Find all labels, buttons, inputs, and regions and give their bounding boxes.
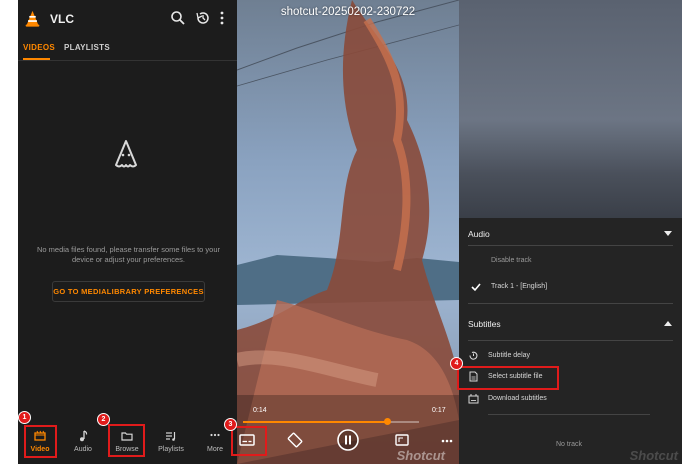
more-dots-icon	[210, 433, 220, 437]
audio-divider	[468, 245, 673, 246]
step-badge-1: 1	[18, 411, 31, 424]
app-toolbar: VLC	[18, 0, 237, 36]
highlight-video-nav	[24, 425, 57, 458]
rotate-screen-icon[interactable]	[285, 430, 305, 450]
subtitles-divider	[468, 340, 673, 341]
more-options-icon[interactable]	[440, 430, 454, 450]
no-track-label: No track	[556, 441, 583, 448]
download-subtitles-icon	[468, 394, 479, 404]
video-scene-illustration	[237, 0, 459, 464]
video-player-screen: shotcut-20250202-230722 0:14 0:17 Shotcu…	[237, 0, 459, 464]
seek-bar-progress	[243, 421, 388, 423]
highlight-subtitles-button	[231, 426, 267, 456]
empty-library-message: No media files found, please transfer so…	[36, 245, 220, 264]
collapse-audio-icon[interactable]	[664, 231, 672, 237]
seek-bar[interactable]	[243, 418, 419, 425]
step-badge-2: 2	[97, 413, 110, 426]
highlight-browse-nav	[108, 424, 145, 457]
music-note-icon	[80, 430, 88, 442]
medialibrary-preferences-button[interactable]: GO TO MEDIALIBRARY PREFERENCES	[52, 281, 205, 302]
subtitle-option-delay[interactable]: Subtitle delay	[488, 352, 530, 359]
subtitles-section-header[interactable]: Subtitles	[468, 319, 501, 329]
tab-videos[interactable]: VIDEOS	[23, 43, 55, 52]
subtitle-option-download[interactable]: Download subtitles	[488, 395, 547, 402]
video-frame-dimmed	[459, 0, 682, 218]
vlc-cone-icon	[25, 10, 40, 27]
history-icon[interactable]	[195, 10, 211, 26]
nav-audio[interactable]: Audio	[61, 424, 105, 464]
aspect-ratio-icon[interactable]	[392, 430, 412, 450]
seek-bar-handle[interactable]	[383, 418, 391, 425]
nav-playlists[interactable]: Playlists	[149, 424, 193, 464]
empty-library-icon	[115, 140, 137, 168]
expand-subtitles-icon[interactable]	[664, 321, 672, 327]
subtitles-divider-top	[468, 303, 673, 304]
pause-button[interactable]	[336, 428, 360, 452]
playlist-icon	[166, 432, 176, 441]
subtitle-delay-icon	[469, 351, 478, 360]
highlight-select-subtitle-file	[457, 366, 559, 390]
step-badge-3: 3	[224, 418, 237, 431]
library-tabs: VIDEOS PLAYLISTS	[18, 36, 237, 61]
time-elapsed: 0:14	[253, 407, 267, 414]
check-icon	[471, 283, 481, 292]
audio-option-disable[interactable]: Disable track	[491, 257, 531, 264]
step-badge-4: 4	[450, 357, 463, 370]
subtitle-tracks-divider	[488, 414, 650, 415]
audio-section-header[interactable]: Audio	[468, 229, 490, 239]
audio-option-track1[interactable]: Track 1 - [English]	[491, 283, 547, 290]
time-total: 0:17	[432, 407, 446, 414]
vlc-library-screen: VLC VIDEOS PLAYLISTS No media files foun…	[18, 0, 237, 464]
nav-playlists-label: Playlists	[158, 446, 184, 453]
track-menu: Audio Disable track Track 1 - [English] …	[459, 218, 682, 464]
overflow-menu-icon[interactable]	[217, 10, 227, 26]
track-selection-screen: Audio Disable track Track 1 - [English] …	[459, 0, 682, 464]
search-icon[interactable]	[170, 10, 186, 26]
video-watermark: Shotcut	[396, 448, 445, 463]
tab-playlists[interactable]: PLAYLISTS	[64, 43, 110, 52]
app-title: VLC	[50, 12, 74, 26]
active-tab-indicator	[23, 58, 50, 60]
video-title: shotcut-20250202-230722	[280, 6, 416, 18]
nav-audio-label: Audio	[74, 446, 92, 453]
menu-watermark: Shotcut	[629, 448, 678, 463]
